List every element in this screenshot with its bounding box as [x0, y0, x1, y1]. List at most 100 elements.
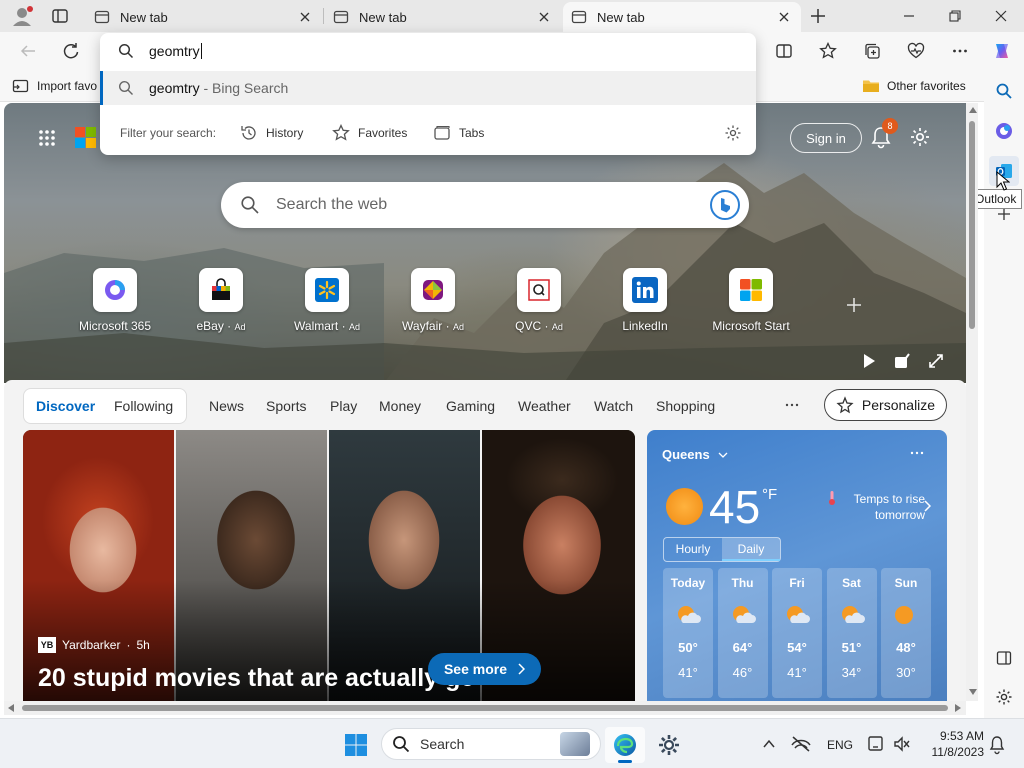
network-status-icon[interactable] — [790, 735, 812, 753]
page-settings-button[interactable] — [909, 126, 931, 148]
tab-gaming[interactable]: Gaming — [446, 398, 495, 414]
microsoft-logo — [75, 127, 97, 149]
vertical-scrollbar[interactable] — [966, 103, 978, 701]
close-tab-button[interactable] — [296, 8, 314, 26]
expand-button[interactable] — [927, 352, 945, 370]
restore-button[interactable] — [932, 0, 978, 32]
quick-link-wayfair[interactable] — [411, 268, 455, 312]
top-story-card[interactable]: YB Yardbarker · 5h 20 stupid movies that… — [23, 430, 635, 701]
tab-watch[interactable]: Watch — [594, 398, 633, 414]
quick-link-walmart[interactable] — [305, 268, 349, 312]
filter-history-button[interactable]: History — [240, 124, 303, 142]
import-favorites-link[interactable]: Import favo — [12, 78, 97, 94]
sidebar-settings-button[interactable] — [989, 682, 1019, 712]
notifications-button[interactable]: 8 — [870, 118, 898, 151]
tab-news[interactable]: News — [209, 398, 244, 414]
heart-pulse-icon — [907, 42, 925, 59]
favorites-button[interactable] — [813, 36, 843, 66]
tab-play[interactable]: Play — [330, 398, 357, 414]
taskbar-search-box[interactable]: Search — [381, 728, 601, 760]
tab-money[interactable]: Money — [379, 398, 421, 414]
tab-3-active[interactable]: New tab — [563, 2, 801, 32]
tab-1[interactable]: New tab — [86, 2, 322, 32]
notification-center-button[interactable] — [988, 735, 1006, 755]
address-bar[interactable]: geomtry — [100, 33, 756, 69]
sign-in-label: Sign in — [806, 130, 846, 146]
close-tab-button[interactable] — [775, 8, 793, 26]
bing-chat-button[interactable] — [709, 189, 741, 221]
forecast-day[interactable]: Sun 48° 30° — [881, 568, 931, 698]
close-window-button[interactable] — [978, 0, 1024, 32]
scroll-left-arrow[interactable] — [8, 704, 14, 712]
daily-tab[interactable]: Daily — [722, 538, 780, 561]
weather-note[interactable]: Temps to rise tomorrow — [825, 491, 925, 523]
tab-following[interactable]: Following — [114, 398, 173, 414]
new-tab-button[interactable] — [808, 6, 828, 26]
web-search-box[interactable]: Search the web — [221, 182, 749, 228]
play-background-button[interactable] — [860, 352, 878, 370]
sidebar-search-button[interactable] — [989, 76, 1019, 106]
start-button[interactable] — [336, 727, 376, 763]
back-button[interactable] — [13, 36, 43, 66]
hide-sidebar-button[interactable] — [989, 643, 1019, 673]
weather-location[interactable]: Queens — [662, 447, 728, 462]
volume-muted-icon[interactable] — [893, 735, 911, 753]
quick-link-microsoft-start[interactable] — [729, 268, 773, 312]
scroll-right-arrow[interactable] — [955, 704, 961, 712]
filter-favorites-button[interactable]: Favorites — [332, 124, 407, 142]
weather-card[interactable]: Queens 45 °F Temps to rise tomorrow Hour… — [647, 430, 947, 701]
weather-more-button[interactable] — [909, 448, 925, 458]
sidebar-m365-button[interactable] — [989, 116, 1019, 146]
quick-link-qvc[interactable] — [517, 268, 561, 312]
sign-in-button[interactable]: Sign in — [790, 123, 862, 153]
forecast-day[interactable]: Thu 64° 46° — [717, 568, 768, 698]
forecast-day[interactable]: Sat 51° 34° — [826, 568, 877, 698]
minimize-button[interactable] — [886, 0, 932, 32]
more-tabs-button[interactable] — [784, 398, 800, 412]
horizontal-scrollbar[interactable] — [4, 701, 966, 715]
tab-discover[interactable]: Discover — [36, 398, 95, 414]
hourly-tab[interactable]: Hourly — [664, 538, 722, 561]
taskbar-edge[interactable] — [605, 727, 645, 763]
filter-tabs-button[interactable]: Tabs — [433, 124, 484, 142]
browser-essentials-button[interactable] — [901, 36, 931, 66]
refresh-button[interactable] — [56, 36, 86, 66]
tab-2[interactable]: New tab — [325, 2, 561, 32]
tab-shopping[interactable]: Shopping — [656, 398, 715, 414]
news-feed: Discover Following News Sports Play Mone… — [4, 380, 966, 701]
search-settings-button[interactable] — [724, 124, 742, 142]
scroll-down-arrow[interactable] — [969, 689, 977, 695]
tab-actions-button[interactable] — [50, 6, 70, 26]
weather-next-button[interactable] — [923, 500, 931, 512]
add-quick-link-button[interactable] — [845, 296, 863, 314]
tab-sports[interactable]: Sports — [266, 398, 306, 414]
scrollbar-thumb[interactable] — [969, 121, 975, 329]
image-info-button[interactable] — [893, 352, 911, 370]
forecast-day[interactable]: Today 50° 41° — [663, 568, 713, 698]
other-favorites-folder[interactable]: Other favorites — [862, 78, 966, 93]
taskbar-settings[interactable] — [649, 727, 689, 763]
device-status-icon[interactable] — [866, 735, 886, 753]
notification-badge: 8 — [882, 118, 898, 134]
microsoft365-icon — [996, 123, 1012, 139]
see-more-button[interactable]: See more — [428, 653, 541, 685]
split-screen-button[interactable] — [769, 36, 799, 66]
settings-and-more-button[interactable] — [945, 36, 975, 66]
quick-link-ebay[interactable] — [199, 268, 243, 312]
clock[interactable]: 9:53 AM 11/8/2023 — [916, 728, 985, 760]
quick-link-microsoft365[interactable] — [93, 268, 137, 312]
show-hidden-icons-button[interactable] — [762, 737, 776, 751]
collections-button[interactable] — [857, 36, 887, 66]
scroll-up-arrow[interactable] — [969, 107, 977, 113]
copilot-button[interactable] — [987, 36, 1017, 66]
personalize-button[interactable]: Personalize — [824, 389, 947, 421]
forecast-day[interactable]: Fri 54° 41° — [772, 568, 822, 698]
profile-button[interactable] — [8, 4, 36, 28]
language-indicator[interactable]: ENG — [827, 738, 853, 752]
close-tab-button[interactable] — [535, 8, 553, 26]
horizontal-scrollbar-thumb[interactable] — [22, 705, 948, 711]
suggestion-row[interactable]: geomtry - Bing Search — [100, 71, 756, 105]
apps-launcher-button[interactable] — [38, 129, 56, 147]
tab-weather[interactable]: Weather — [518, 398, 571, 414]
quick-link-linkedin[interactable] — [623, 268, 667, 312]
